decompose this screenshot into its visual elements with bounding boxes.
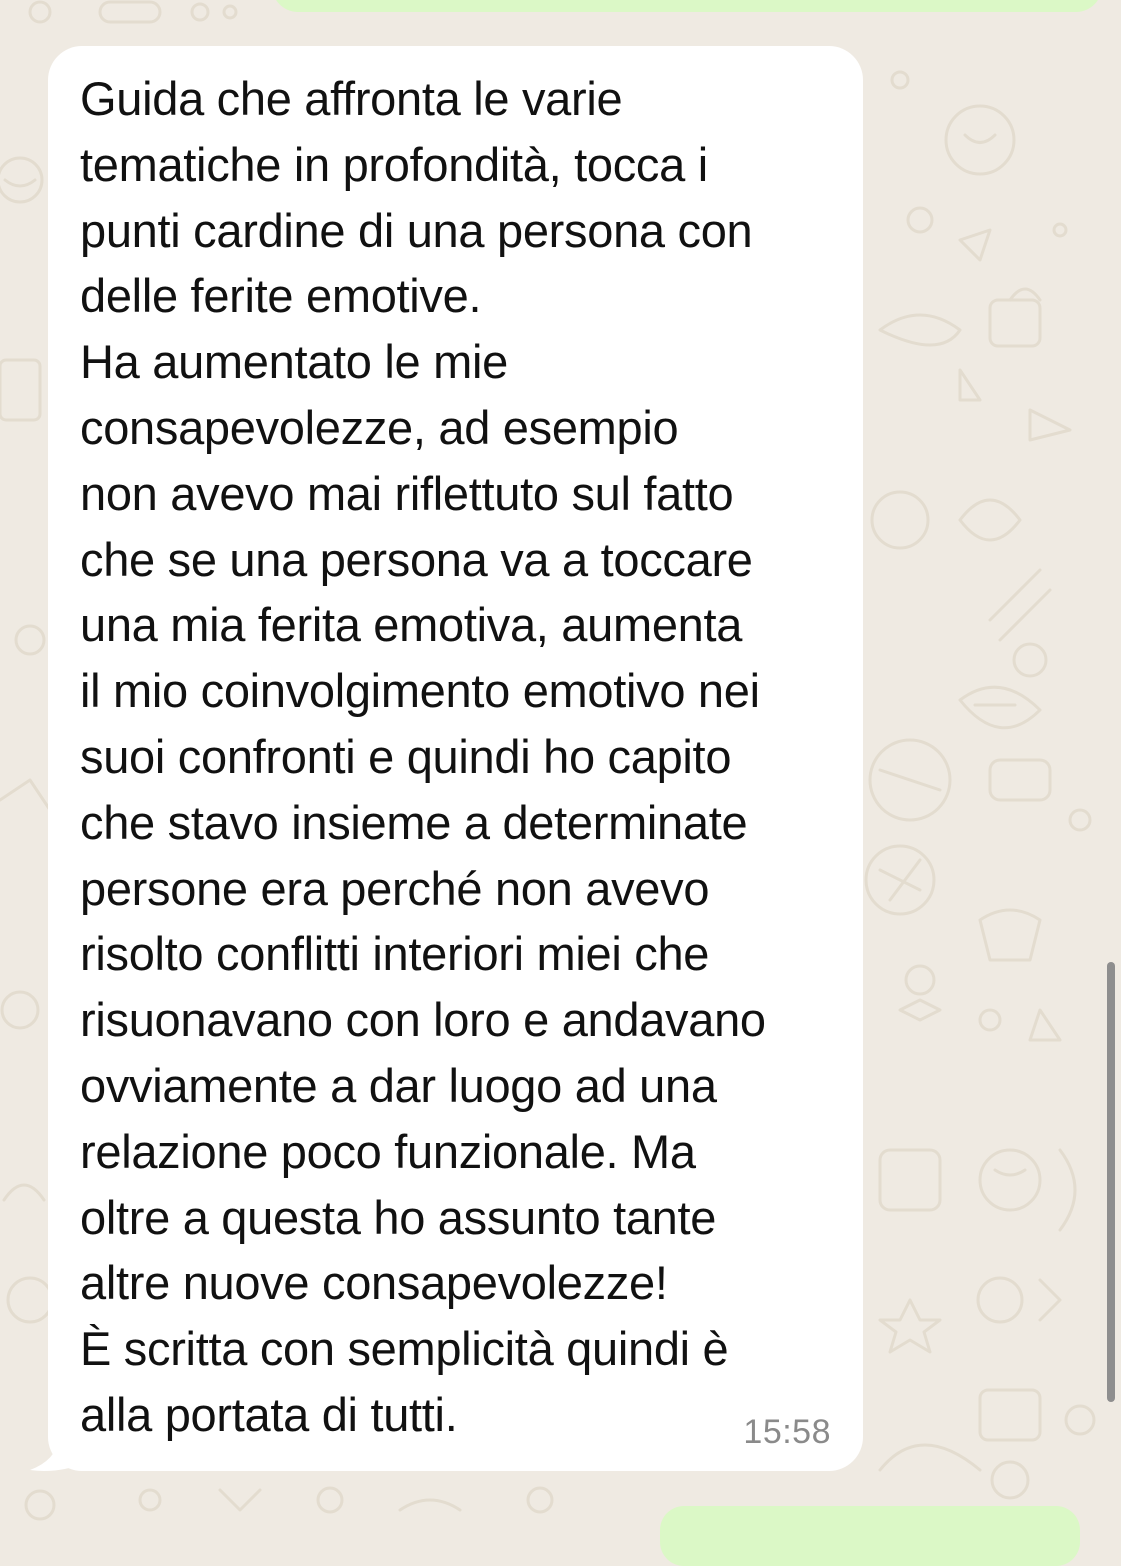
outgoing-message-bubble-bottom[interactable] (660, 1506, 1080, 1566)
message-line: tematiche in profondità, tocca i (80, 137, 708, 191)
message-line: suoi confronti e quindi ho capito (80, 729, 732, 783)
message-line: risolto conflitti interiori miei che (80, 927, 710, 981)
scrollbar[interactable] (1107, 962, 1115, 1402)
message-line: È scritta con semplicità quindi è (80, 1322, 729, 1376)
message-line: che se una persona va a toccare (80, 532, 753, 586)
message-line: delle ferite emotive. (80, 269, 482, 323)
message-text: Guida che affronta le varie tematiche in… (80, 66, 850, 1448)
message-line: che stavo insieme a determinate (80, 795, 748, 849)
message-line: ovviamente a dar luogo ad una (80, 1058, 717, 1112)
message-line: Ha aumentato le mie (80, 335, 508, 389)
message-line: persone era perché non avevo (80, 861, 710, 915)
message-line: non avevo mai riflettuto sul fatto (80, 466, 734, 520)
message-line: punti cardine di una persona con (80, 203, 753, 257)
message-line: relazione poco funzionale. Ma (80, 1124, 696, 1178)
message-line: consapevolezze, ad esempio (80, 400, 679, 454)
message-line: oltre a questa ho assunto tante (80, 1190, 717, 1244)
message-line: altre nuove consapevolezze! (80, 1256, 668, 1310)
message-line: una mia ferita emotiva, aumenta (80, 598, 743, 652)
incoming-message-bubble[interactable]: Guida che affronta le varie tematiche in… (48, 46, 863, 1471)
message-timestamp: 15:58 (743, 1413, 831, 1451)
message-line: il mio coinvolgimento emotivo nei (80, 664, 760, 718)
outgoing-message-bubble-top[interactable] (272, 0, 1102, 12)
message-line: Guida che affronta le varie (80, 72, 623, 125)
message-line: alla portata di tutti. (80, 1387, 458, 1441)
message-line: risuonavano con loro e andavano (80, 993, 766, 1047)
